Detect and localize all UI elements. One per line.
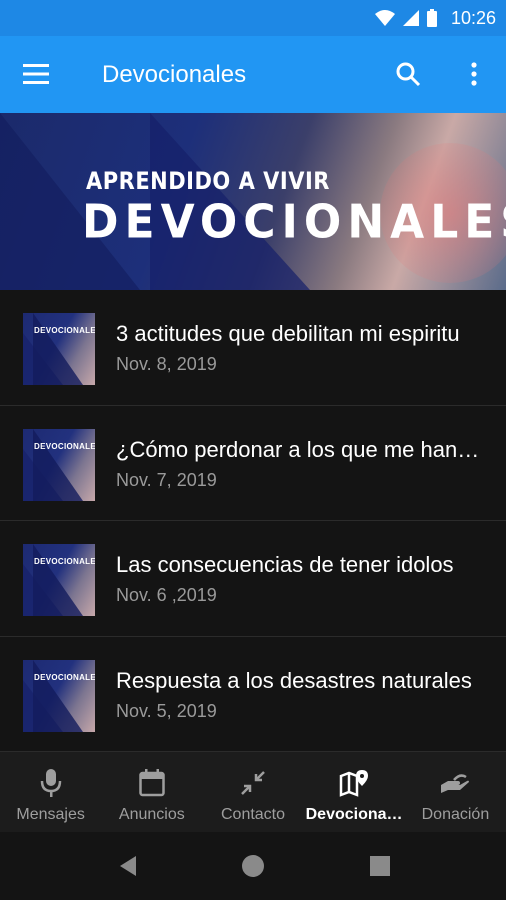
nav-item-devocionales[interactable]: Devocionales (304, 752, 405, 832)
battery-icon (426, 9, 437, 27)
list-item[interactable]: DEVOCIONALES Respuesta a los desastres n… (0, 637, 506, 752)
mic-icon (36, 768, 66, 798)
compress-icon (238, 768, 268, 798)
menu-button[interactable] (16, 56, 56, 92)
list-item[interactable]: DEVOCIONALES 3 actitudes que debilitan m… (0, 290, 506, 406)
nav-label: Donación (421, 806, 490, 823)
item-title: ¿Cómo perdonar a los que me han herido? (116, 436, 484, 462)
banner-title: DEVOCIONALES (82, 195, 506, 250)
banner-subtitle: APRENDIDO A VIVIR (86, 167, 330, 195)
page-title: Devocionales (102, 61, 247, 88)
item-thumbnail: DEVOCIONALES (23, 659, 95, 732)
hamburger-icon (23, 64, 49, 84)
wifi-icon (374, 10, 395, 26)
status-icons: 10:26 (374, 0, 496, 36)
devotional-list: DEVOCIONALES 3 actitudes que debilitan m… (0, 290, 506, 752)
hand-icon (440, 768, 470, 798)
status-bar: 10:26 (0, 0, 506, 36)
nav-label: Mensajes (16, 806, 85, 823)
nav-label: Devocionales (305, 806, 405, 823)
thumbnail-label: DEVOCIONALES (34, 557, 95, 566)
list-item[interactable]: DEVOCIONALES ¿Cómo perdonar a los que me… (0, 406, 506, 521)
item-date: Nov. 8, 2019 (116, 354, 217, 374)
home-icon[interactable] (241, 854, 265, 878)
item-title: Las consecuencias de tener idolos (116, 552, 454, 577)
item-thumbnail: DEVOCIONALES (23, 428, 95, 501)
recents-icon[interactable] (368, 854, 392, 878)
nav-item-donacion[interactable]: Donación (405, 752, 506, 832)
item-date: Nov. 6 ,2019 (116, 585, 217, 605)
item-thumbnail: DEVOCIONALES (23, 313, 95, 385)
item-thumbnail: DEVOCIONALES (23, 544, 95, 616)
devotionals-banner: APRENDIDO A VIVIR DEVOCIONALES (0, 113, 506, 290)
nav-label: Contacto (220, 806, 286, 823)
overflow-menu-button[interactable] (456, 56, 492, 92)
nav-label: Anuncios (118, 806, 185, 823)
search-icon (396, 62, 421, 87)
item-title: 3 actitudes que debilitan mi espiritu (116, 321, 460, 346)
nav-item-anuncios[interactable]: Anuncios (101, 752, 202, 832)
map-pin-icon (339, 768, 369, 798)
item-date: Nov. 7, 2019 (116, 469, 217, 490)
status-time: 10:26 (450, 7, 496, 28)
calendar-icon (137, 768, 167, 798)
nav-item-mensajes[interactable]: Mensajes (0, 752, 101, 832)
back-icon[interactable] (116, 854, 140, 878)
app-bar: Devocionales (0, 36, 506, 113)
bottom-navigation: Mensajes Anuncios Contacto Devocionales … (0, 752, 506, 832)
signal-icon (402, 10, 419, 26)
nav-item-contacto[interactable]: Contacto (202, 752, 303, 832)
search-button[interactable] (390, 56, 426, 92)
item-date: Nov. 5, 2019 (116, 700, 217, 721)
thumbnail-label: DEVOCIONALES (34, 326, 95, 335)
list-item[interactable]: DEVOCIONALES Las consecuencias de tener … (0, 521, 506, 637)
more-vert-icon (471, 62, 477, 86)
thumbnail-label: DEVOCIONALES (34, 441, 95, 451)
item-title: Respuesta a los desastres naturales (116, 667, 472, 693)
thumbnail-label: DEVOCIONALES (34, 672, 95, 682)
system-navigation-bar (0, 832, 506, 900)
